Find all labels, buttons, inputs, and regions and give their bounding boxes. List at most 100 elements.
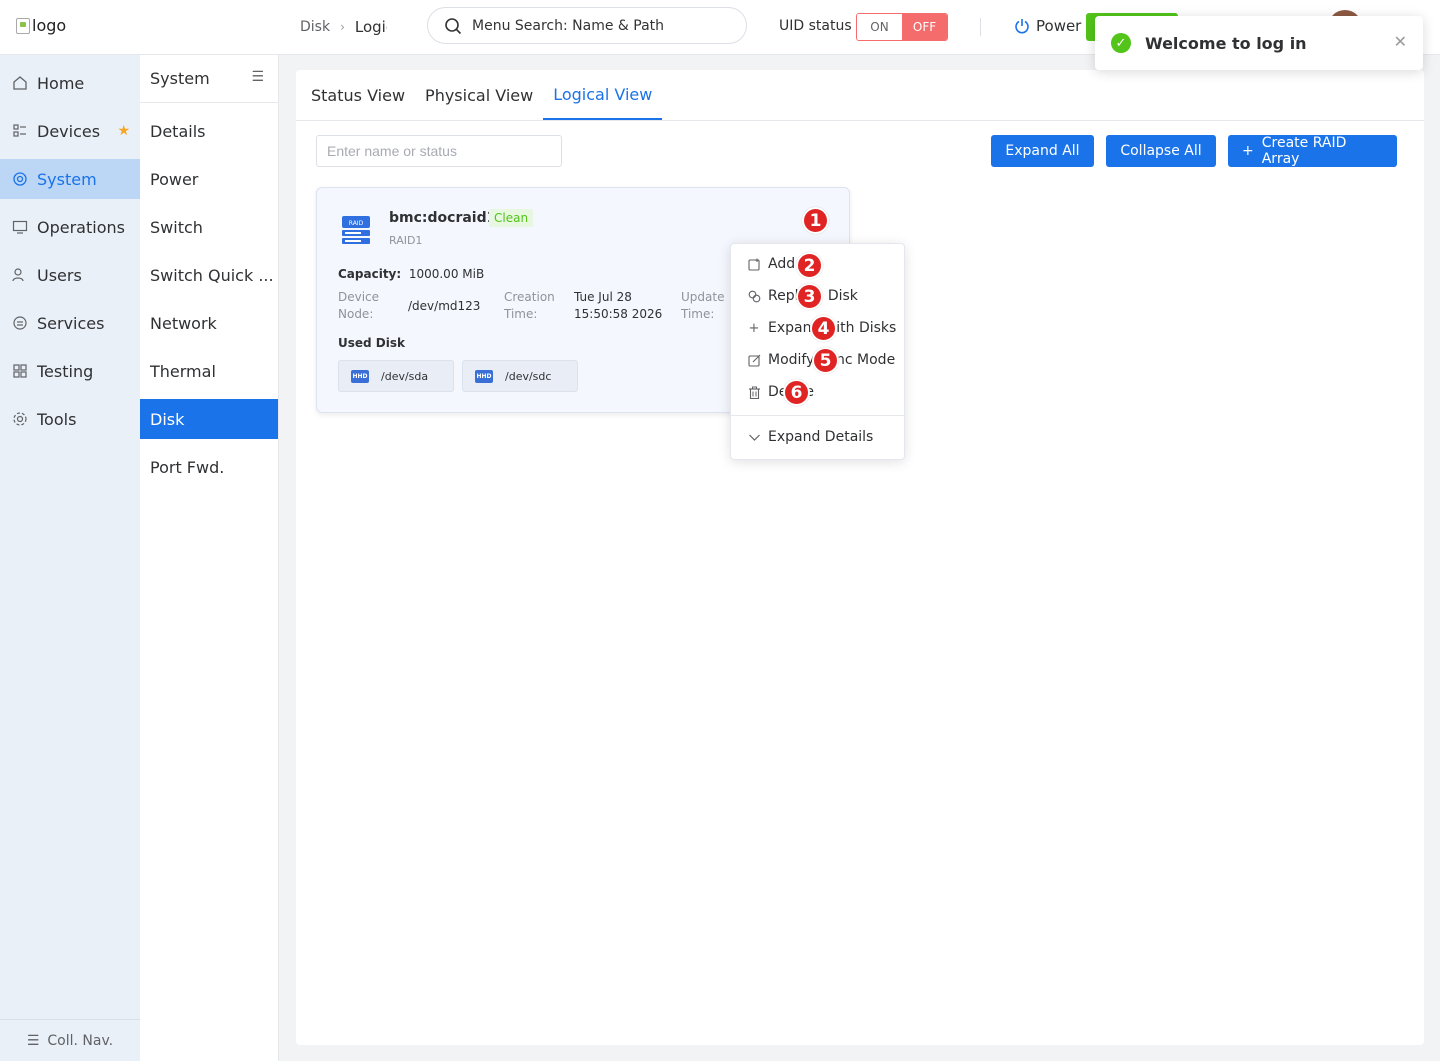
disk-path: /dev/sdc: [505, 369, 552, 383]
subnav-item-thermal[interactable]: Thermal: [140, 351, 278, 391]
sidebar-item-testing[interactable]: Testing: [0, 351, 140, 391]
menu-item-expand-details[interactable]: Expand Details: [747, 429, 873, 445]
breadcrumb-parent[interactable]: Disk: [300, 19, 330, 35]
creation-time-label: Creation Time:: [504, 290, 555, 321]
creation-time-value: Tue Jul 28 15:50:58 2026: [574, 290, 663, 321]
menu-item-label: Expand Details: [768, 429, 874, 445]
status-badge: Clean: [489, 209, 534, 227]
home-icon: [11, 74, 29, 92]
device-node-value: /dev/md123: [408, 299, 481, 313]
success-check-icon: ✓: [1111, 33, 1131, 53]
chevron-down-icon: [747, 430, 761, 444]
star-icon[interactable]: ★: [117, 123, 130, 139]
collapse-icon: ☰: [26, 1032, 40, 1049]
users-icon: [11, 266, 29, 284]
hdd-icon: HHD: [475, 369, 493, 383]
services-icon: [11, 314, 29, 332]
sidebar-item-system[interactable]: System: [0, 159, 140, 199]
sidebar-item-users[interactable]: Users: [0, 255, 140, 295]
sidebar-item-label: Operations: [37, 217, 125, 237]
tab-logical-view[interactable]: Logical View: [543, 70, 663, 120]
annotation-badge-4: 4: [810, 315, 837, 342]
filter-input[interactable]: [316, 135, 562, 167]
sidebar-item-devices[interactable]: Devices ★: [0, 111, 140, 151]
capacity-value: 1000.00 MiB: [408, 267, 485, 281]
testing-icon: [11, 362, 29, 380]
sidebar-item-operations[interactable]: Operations: [0, 207, 140, 247]
edit-icon: [747, 353, 761, 367]
menu-item-label: Add: [768, 256, 796, 272]
collapse-all-button[interactable]: Collapse All: [1106, 135, 1216, 167]
uid-toggle[interactable]: ON OFF: [856, 13, 948, 41]
collapse-nav-button[interactable]: ☰ Coll. Nav.: [0, 1019, 140, 1061]
logo-alt-text: logo: [32, 16, 67, 35]
svg-text:RAID: RAID: [349, 220, 364, 227]
trash-icon: [747, 385, 761, 399]
annotation-badge-3: 3: [796, 283, 823, 310]
disk-chip[interactable]: HHD /dev/sdc: [462, 360, 578, 392]
capacity-label: Capacity:: [338, 267, 402, 281]
update-time-label: Update Time:: [681, 290, 725, 321]
subnav-header: System ☰: [140, 55, 278, 103]
system-icon: [11, 170, 29, 188]
subnav-item-switch[interactable]: Switch: [140, 207, 278, 247]
uid-status-label: UID status: [779, 18, 852, 34]
broken-image-icon: [16, 17, 30, 34]
create-raid-button[interactable]: + Create RAID Array: [1228, 135, 1397, 167]
operations-icon: [11, 218, 29, 236]
replace-icon: [747, 289, 761, 303]
close-icon[interactable]: ✕: [1394, 32, 1407, 51]
sidebar-item-label: Users: [37, 265, 82, 285]
power-label: Power: [1036, 17, 1082, 35]
sidebar-item-label: Tools: [37, 409, 77, 429]
breadcrumb-current: Logical View: [354, 18, 387, 36]
subnav-item-disk[interactable]: Disk: [140, 399, 278, 439]
raid-name: bmc:docraid1: [389, 210, 497, 226]
sidebar-item-home[interactable]: Home: [0, 63, 140, 103]
chevron-right-icon: ›: [340, 20, 345, 34]
annotation-badge-1: 1: [802, 207, 829, 234]
logo[interactable]: logo: [16, 16, 66, 35]
toast-message: Welcome to log in: [1145, 33, 1307, 53]
sidebar-item-label: Services: [37, 313, 105, 333]
search-placeholder: Menu Search: Name & Path: [472, 17, 665, 34]
sidebar: Home Devices ★ System Operations Users S…: [0, 55, 140, 1061]
subnav-item-details[interactable]: Details: [140, 111, 278, 151]
subnav-item-switch-quick[interactable]: Switch Quick ...: [140, 255, 278, 295]
sub-navigation: System ☰ Details Power Switch Switch Qui…: [140, 55, 279, 1061]
expand-all-button[interactable]: Expand All: [991, 135, 1094, 167]
subnav-title: System: [150, 69, 210, 88]
collapse-menu-icon[interactable]: ☰: [251, 69, 264, 85]
raid-level: RAID1: [389, 234, 423, 247]
menu-item-add[interactable]: Add: [747, 256, 795, 272]
annotation-badge-6: 6: [783, 379, 810, 406]
divider: [980, 18, 981, 36]
devices-icon: [11, 122, 29, 140]
raid-icon: RAID: [342, 216, 370, 244]
annotation-badge-5: 5: [812, 347, 839, 374]
sidebar-item-tools[interactable]: Tools: [0, 399, 140, 439]
collapse-nav-label: Coll. Nav.: [47, 1032, 114, 1049]
tab-status-view[interactable]: Status View: [301, 70, 415, 120]
sidebar-item-services[interactable]: Services: [0, 303, 140, 343]
tab-physical-view[interactable]: Physical View: [415, 70, 543, 120]
subnav-item-power[interactable]: Power: [140, 159, 278, 199]
subnav-item-port-fwd[interactable]: Port Fwd.: [140, 447, 278, 487]
welcome-toast: ✓ Welcome to log in ✕: [1095, 16, 1423, 70]
menu-divider: [731, 415, 904, 416]
breadcrumb: Disk › Logical View: [300, 18, 387, 36]
hdd-icon: HHD: [351, 369, 369, 383]
uid-on-option[interactable]: ON: [857, 14, 902, 40]
power-icon: [1015, 19, 1029, 34]
capacity: Capacity: 1000.00 MiB: [338, 267, 484, 281]
create-raid-label: Create RAID Array: [1261, 135, 1347, 167]
sidebar-item-label: Home: [37, 73, 85, 93]
subnav-item-network[interactable]: Network: [140, 303, 278, 343]
used-disk-title: Used Disk: [338, 336, 405, 350]
uid-off-option[interactable]: OFF: [902, 14, 947, 40]
device-node-label: Device Node:: [338, 290, 380, 321]
add-icon: [747, 257, 761, 271]
disk-chip[interactable]: HHD /dev/sda: [338, 360, 454, 392]
menu-search-input[interactable]: Menu Search: Name & Path: [427, 7, 747, 44]
sidebar-item-label: System: [37, 169, 97, 189]
